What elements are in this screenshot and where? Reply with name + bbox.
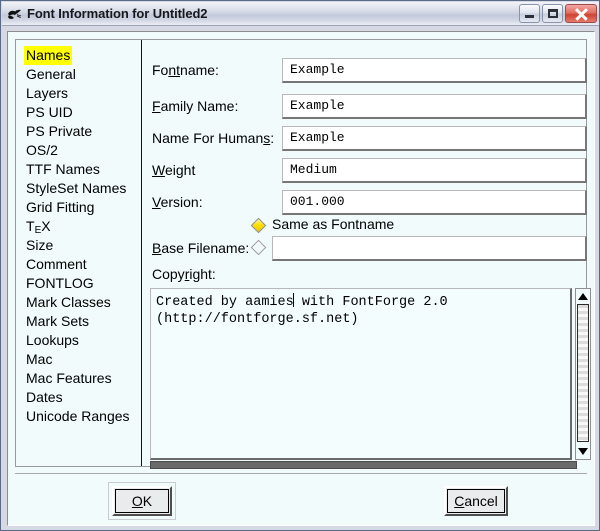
- sidebar-item-unicode-ranges[interactable]: Unicode Ranges: [24, 407, 132, 426]
- copyright-textarea[interactable]: Created by aamies with FontForge 2.0 (ht…: [150, 288, 572, 460]
- family-name-label-post: amily Name:: [160, 98, 239, 114]
- version-label: Version:: [152, 194, 203, 210]
- sidebar-item-fontlog[interactable]: FONTLOG: [24, 274, 96, 293]
- base-filename-row: Base Filename:: [143, 236, 587, 261]
- nfh-label-pre: Name For Human: [152, 130, 264, 146]
- base-filename-label: Base Filename:: [152, 240, 249, 256]
- cancel-button-label: Cancel: [454, 493, 498, 509]
- copyright-label-post: ight:: [189, 266, 216, 282]
- sidebar-item-ttf-names[interactable]: TTF Names: [24, 160, 102, 179]
- names-pane: Fontname: Example Family Name: Example N…: [143, 40, 591, 469]
- weight-label: Weight: [152, 162, 195, 178]
- sidebar-item-grid-fitting[interactable]: Grid Fitting: [24, 198, 96, 217]
- fontname-label: Fontname:: [152, 62, 219, 78]
- scrollbar-thumb[interactable]: [577, 304, 589, 442]
- horizontal-scrollbar-thumb[interactable]: [150, 461, 577, 469]
- copyright-text-before-caret: Created by aamies: [156, 295, 294, 310]
- family-name-accel: F: [152, 98, 161, 114]
- dialog-body: Names General Layers PS UID PS Private O…: [7, 31, 595, 526]
- tex-epsilon: E: [34, 225, 42, 236]
- close-button[interactable]: [565, 4, 597, 23]
- base-filename-radio[interactable]: [250, 239, 267, 256]
- sidebar-item-general[interactable]: General: [24, 65, 78, 84]
- name-for-humans-label: Name For Humans:: [152, 130, 274, 146]
- version-label-post: ersion:: [160, 194, 203, 210]
- content-frame: Names General Layers PS UID PS Private O…: [15, 39, 591, 469]
- sidebar-item-tex[interactable]: TEX: [24, 217, 53, 236]
- ok-button[interactable]: OK: [112, 486, 172, 516]
- sidebar-item-mark-classes[interactable]: Mark Classes: [24, 293, 113, 312]
- triangle-up-icon: [578, 293, 588, 300]
- fontforge-icon: [5, 5, 23, 23]
- caption-buttons: [519, 4, 597, 23]
- name-for-humans-row: Name For Humans: Example: [143, 126, 587, 151]
- sidebar-item-os2[interactable]: OS/2: [24, 141, 60, 160]
- weight-row: Weight Medium: [143, 158, 587, 183]
- copyright-horizontal-scrollbar[interactable]: [150, 460, 591, 469]
- copyright-label-pre: Copy: [152, 266, 185, 282]
- scroll-up-arrow-icon[interactable]: [576, 289, 590, 303]
- family-name-label: Family Name:: [152, 98, 238, 114]
- ok-label-post: K: [142, 493, 153, 509]
- base-filename-input[interactable]: [272, 236, 587, 261]
- version-input[interactable]: 001.000: [282, 190, 587, 215]
- window-title: Font Information for Untitled2: [27, 6, 208, 21]
- sidebar-item-dates[interactable]: Dates: [24, 388, 65, 407]
- cancel-accel: C: [454, 493, 465, 509]
- fontname-row: Fontname: Example: [143, 58, 587, 83]
- scroll-down-arrow-icon[interactable]: [576, 445, 590, 459]
- family-name-row: Family Name: Example: [143, 94, 587, 119]
- category-sidebar[interactable]: Names General Layers PS UID PS Private O…: [16, 40, 142, 466]
- button-bar: OK Cancel: [8, 478, 594, 524]
- base-filename-accel: B: [152, 240, 162, 256]
- minimize-icon: [525, 15, 534, 18]
- sidebar-item-names[interactable]: Names: [24, 46, 73, 65]
- sidebar-item-layers[interactable]: Layers: [24, 84, 70, 103]
- name-for-humans-input[interactable]: Example: [282, 126, 587, 151]
- copyright-label: Copyright:: [152, 266, 216, 282]
- sidebar-item-mac[interactable]: Mac: [24, 350, 54, 369]
- fontname-input[interactable]: Example: [282, 58, 587, 83]
- fontname-label-post: name:: [180, 62, 219, 78]
- cancel-label-post: ancel: [464, 493, 498, 509]
- sidebar-item-lookups[interactable]: Lookups: [24, 331, 81, 350]
- font-information-dialog: Font Information for Untitled2 Names Gen…: [0, 0, 600, 531]
- sidebar-item-mac-features[interactable]: Mac Features: [24, 369, 114, 388]
- fontname-accel: nt: [168, 62, 181, 78]
- weight-label-post: eight: [164, 162, 196, 178]
- maximize-button[interactable]: [542, 4, 563, 23]
- sidebar-item-ps-private[interactable]: PS Private: [24, 122, 94, 141]
- cancel-button[interactable]: Cancel: [444, 486, 508, 516]
- nfh-label-post: :: [270, 130, 275, 146]
- base-filename-label-post: ase Filename:: [161, 240, 250, 256]
- same-as-fontname-label: Same as Fontname: [272, 216, 395, 232]
- ok-accel: O: [131, 493, 143, 509]
- sidebar-item-comment[interactable]: Comment: [24, 255, 89, 274]
- copyright-vertical-scrollbar[interactable]: [575, 288, 591, 460]
- triangle-down-icon: [578, 448, 588, 455]
- same-as-fontname-radio[interactable]: [250, 217, 267, 234]
- sidebar-item-size[interactable]: Size: [24, 236, 55, 255]
- version-row: Version: 001.000: [143, 190, 587, 215]
- minimize-button[interactable]: [519, 4, 540, 23]
- maximize-icon: [548, 9, 558, 18]
- family-name-input[interactable]: Example: [282, 94, 587, 119]
- title-bar: Font Information for Untitled2: [2, 2, 599, 26]
- sidebar-item-styleset-names[interactable]: StyleSet Names: [24, 179, 128, 198]
- button-bar-separator: [15, 473, 587, 474]
- version-accel: V: [152, 194, 161, 210]
- sidebar-item-ps-uid[interactable]: PS UID: [24, 103, 75, 122]
- weight-input[interactable]: Medium: [282, 158, 587, 183]
- weight-accel: W: [152, 162, 165, 178]
- ok-button-label: OK: [132, 493, 152, 509]
- sidebar-item-mark-sets[interactable]: Mark Sets: [24, 312, 91, 331]
